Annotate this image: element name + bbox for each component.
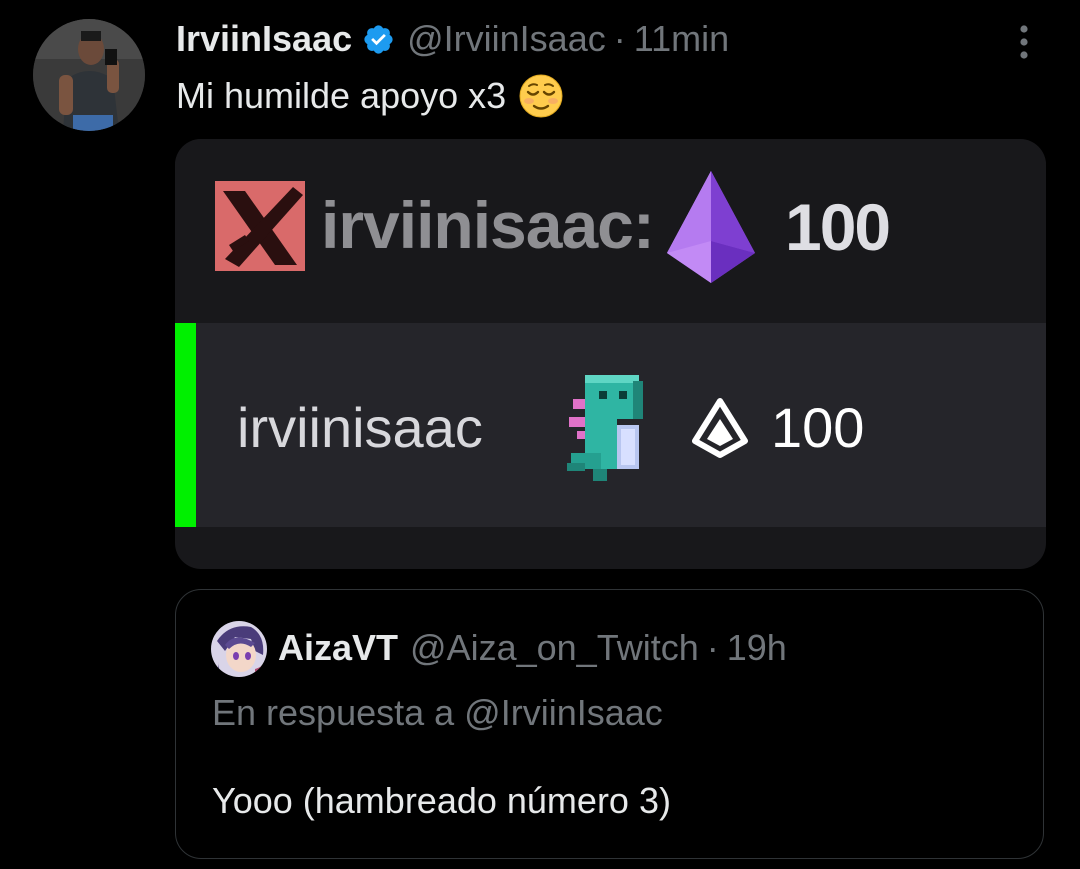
tweet-text: Mi humilde apoyo x3 <box>176 73 564 119</box>
separator-dot: · <box>613 18 626 59</box>
author-display-name[interactable]: IrviinIsaac <box>176 18 352 60</box>
chat-message-row-2: irviinisaac 100 <box>175 323 1046 527</box>
quote-header: AizaVT @Aiza_on_Twitch · 19h <box>278 627 787 669</box>
chat-username-2: irviinisaac <box>237 396 483 459</box>
quote-author-handle[interactable]: @Aiza_on_Twitch <box>410 627 699 669</box>
quoted-tweet[interactable]: AizaVT @Aiza_on_Twitch · 19h En respuest… <box>175 589 1044 859</box>
reply-to-label[interactable]: En respuesta a @IrviinIsaac <box>212 692 663 734</box>
tweet-time[interactable]: 11min <box>634 18 729 60</box>
tweet-text-content: Mi humilde apoyo x3 <box>176 75 507 116</box>
author-avatar[interactable] <box>33 19 145 131</box>
tweet-media-image[interactable]: irviinisaac: 100 irviinisaac 100 <box>175 139 1046 569</box>
purple-bits-gem-icon <box>663 169 759 285</box>
x-badge-icon <box>215 181 305 271</box>
quote-author-avatar[interactable] <box>211 621 267 677</box>
verified-badge-icon[interactable] <box>362 23 395 56</box>
chat-bits-amount-1: 100 <box>785 190 891 264</box>
relieved-face-emoji-icon <box>518 73 564 119</box>
tweet-header: IrviinIsaac @IrviinIsaac · 11min <box>176 16 729 62</box>
chat-message-row-1: irviinisaac: 100 <box>175 139 1046 323</box>
quote-separator-dot: · <box>706 627 719 668</box>
quote-text: Yooo (hambreado número 3) <box>212 780 671 821</box>
bits-outline-icon <box>691 397 749 459</box>
quote-time[interactable]: 19h <box>727 627 787 669</box>
quote-author-display-name[interactable]: AizaVT <box>278 627 398 669</box>
more-vertical-icon[interactable] <box>1006 22 1042 62</box>
author-handle[interactable]: @IrviinIsaac <box>407 18 606 60</box>
chat-bits-amount-2: 100 <box>771 396 865 459</box>
chat-username-1: irviinisaac: <box>321 188 655 262</box>
dino-badge-icon <box>563 367 655 487</box>
highlight-bar <box>175 323 196 527</box>
